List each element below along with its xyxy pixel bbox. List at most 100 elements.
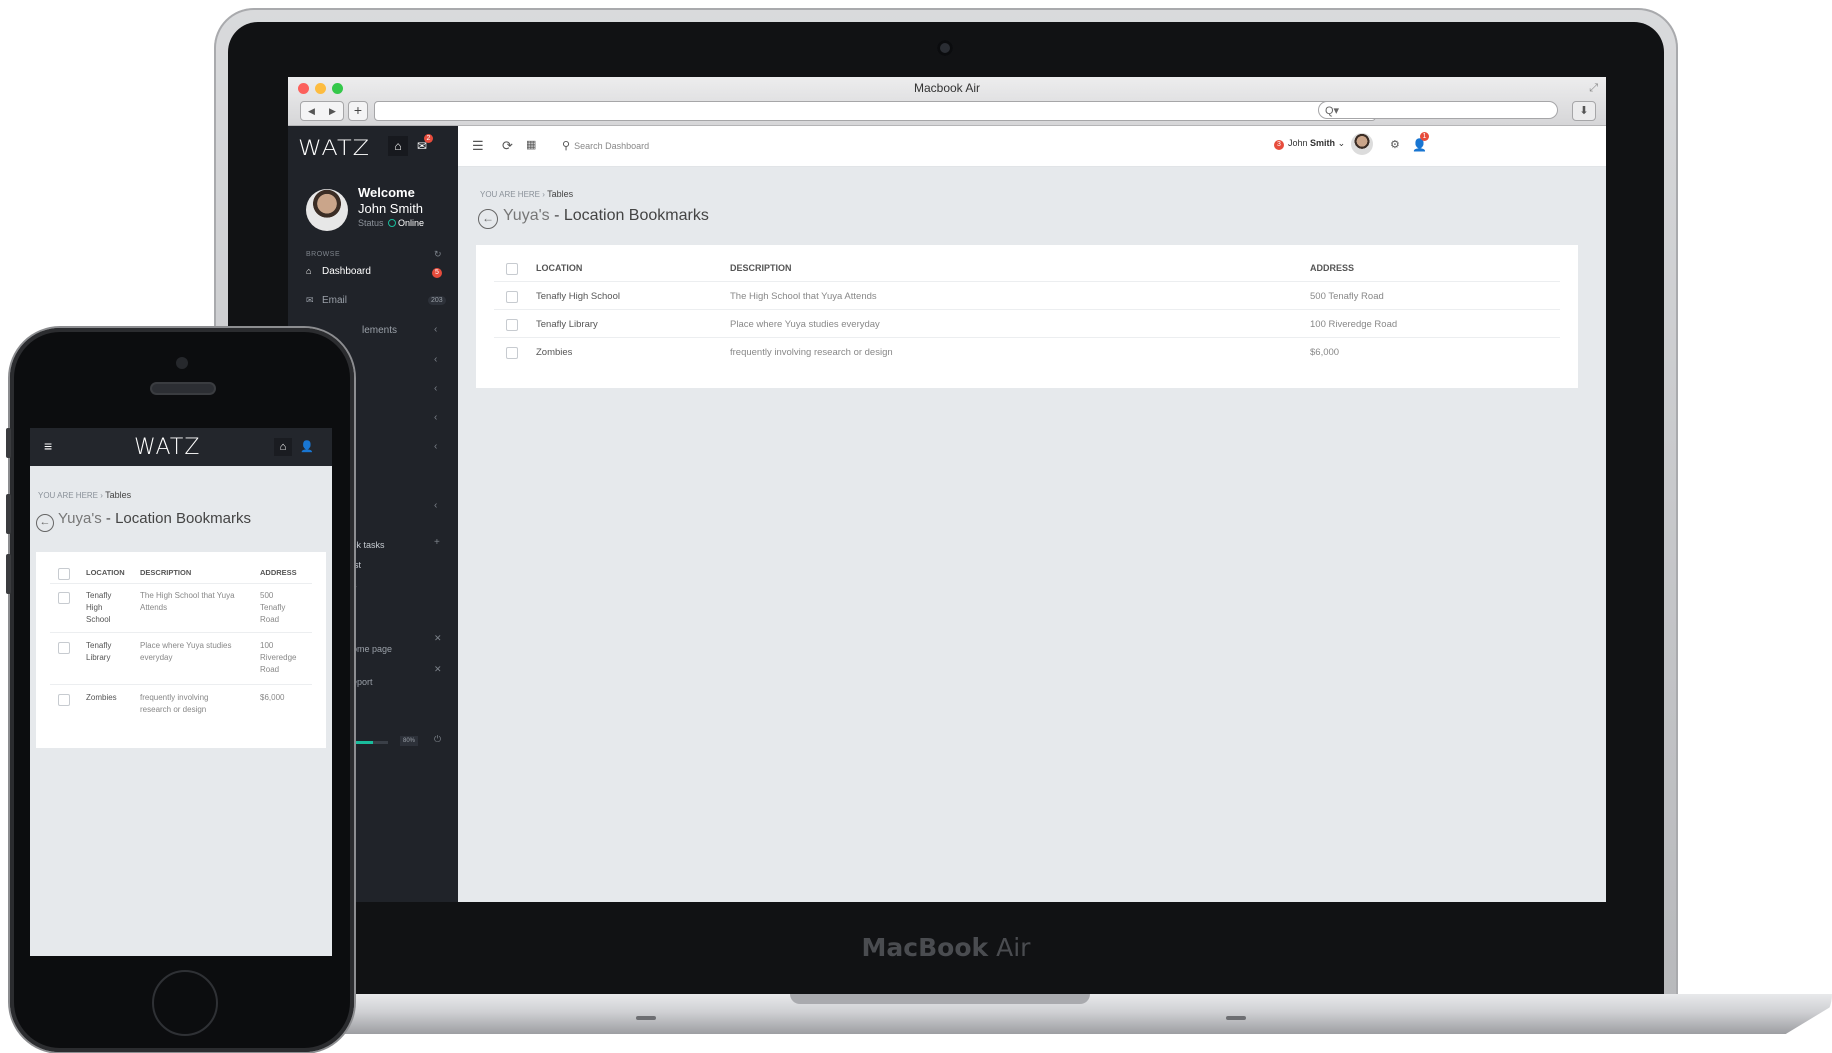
plus-icon[interactable]: + <box>434 537 440 548</box>
close-icon[interactable]: ✕ <box>434 664 442 675</box>
chevron-left-icon[interactable]: ‹ <box>434 500 437 511</box>
table-cell-description: frequently involving research or design <box>730 347 893 358</box>
table-cell-location[interactable]: Tenafly Library <box>536 319 598 330</box>
column-header-location[interactable]: LOCATION <box>86 568 125 577</box>
row-checkbox[interactable] <box>506 291 518 303</box>
table-panel: LOCATION DESCRIPTION ADDRESS Tenafly Hig… <box>476 245 1578 388</box>
chevron-left-icon[interactable]: ‹ <box>434 354 437 365</box>
phone-app-header: ≡ WATZ ⌂ 👤 <box>30 428 332 466</box>
breadcrumb-current[interactable]: Tables <box>105 490 131 500</box>
user-status: Status Online <box>358 218 425 228</box>
row-checkbox[interactable] <box>506 319 518 331</box>
app-logo[interactable]: WATZ <box>134 435 200 460</box>
phone-side-button <box>6 554 11 594</box>
home-icon[interactable]: ⌂ <box>388 136 408 156</box>
online-status-icon <box>388 219 397 227</box>
user-badge: 3 <box>1274 140 1284 150</box>
link-report[interactable]: eport <box>352 677 373 687</box>
breadcrumb: YOU ARE HERE › Tables <box>480 189 574 199</box>
browse-label: BROWSE <box>306 251 341 258</box>
column-header-description[interactable]: DESCRIPTION <box>140 568 191 577</box>
back-button[interactable]: ◀ <box>301 102 322 120</box>
task-item-quick-tasks[interactable]: ck tasks <box>352 540 385 550</box>
refresh-icon[interactable]: ↻ <box>434 249 442 260</box>
row-divider <box>494 281 1560 282</box>
row-divider <box>494 337 1560 338</box>
table-cell-address: 100 Riveredge Road <box>260 641 297 674</box>
apps-grid-icon[interactable]: ▦ <box>526 138 536 151</box>
sidebar-item-elements[interactable]: lements <box>362 325 397 336</box>
row-checkbox[interactable] <box>58 642 70 654</box>
notification-badge: 1 <box>1420 132 1429 141</box>
row-divider <box>50 684 312 685</box>
phone-home-button[interactable] <box>152 970 218 1036</box>
gear-icon[interactable]: ⚙ <box>1390 138 1400 151</box>
dashboard-badge: 5 <box>432 268 442 278</box>
back-circle-icon[interactable]: ← <box>478 209 498 229</box>
forward-button[interactable]: ▶ <box>322 102 343 120</box>
sidebar-user-name: John Smith <box>358 201 424 216</box>
user-list-icon[interactable]: 👤 <box>298 438 316 456</box>
table-cell-description: The High School that Yuya Attends <box>730 291 877 302</box>
phone-screen: ≡ WATZ ⌂ 👤 YOU ARE HERE › Tables ← Yuya's… <box>30 428 332 956</box>
home-icon[interactable]: ⌂ <box>274 438 292 456</box>
column-header-address[interactable]: ADDRESS <box>1310 263 1354 273</box>
table-cell-description: The High School that Yuya Attends <box>140 591 235 612</box>
row-checkbox[interactable] <box>58 694 70 706</box>
menu-icon[interactable]: ≡ <box>44 438 52 454</box>
refresh-icon[interactable]: ⟳ <box>502 138 513 154</box>
table-cell-location[interactable]: Zombies <box>86 692 117 704</box>
power-icon[interactable]: ⏻ <box>434 734 441 745</box>
user-menu[interactable]: John Smith ⌄ <box>1288 138 1345 149</box>
link-home-page[interactable]: ome page <box>352 644 392 654</box>
laptop-foot <box>1226 1016 1246 1020</box>
search-icon: ⚲ <box>562 140 571 152</box>
row-checkbox[interactable] <box>506 347 518 359</box>
back-circle-icon[interactable]: ← <box>36 514 54 532</box>
close-icon[interactable]: ✕ <box>434 633 442 644</box>
column-header-description[interactable]: DESCRIPTION <box>730 263 792 273</box>
chevron-left-icon[interactable]: ‹ <box>434 412 437 423</box>
chevron-left-icon[interactable]: ‹ <box>434 441 437 452</box>
table-cell-description: Place where Yuya studies everyday <box>730 319 880 330</box>
downloads-button[interactable]: ⬇ <box>1572 101 1596 121</box>
browser-titlebar: Macbook Air ⤢ ◀ ▶ + ↻ Q▾ ⬇ <box>288 77 1606 126</box>
select-all-checkbox[interactable] <box>58 568 70 580</box>
search-input[interactable]: ⚲ Search Dashboard <box>562 139 649 152</box>
phone-camera <box>176 357 188 369</box>
chevron-left-icon[interactable]: ‹ <box>434 324 437 335</box>
breadcrumb-current[interactable]: Tables <box>547 189 573 199</box>
menu-icon[interactable]: ☰ <box>472 138 484 154</box>
select-all-checkbox[interactable] <box>506 263 518 275</box>
email-count: 203 <box>428 296 446 305</box>
app-logo[interactable]: WATZ <box>298 135 370 160</box>
row-divider <box>50 583 312 584</box>
url-field[interactable]: ↻ <box>374 101 1376 121</box>
table-cell-description: Place where Yuya studies everyday <box>140 641 232 662</box>
phone-side-button <box>6 428 11 458</box>
browser-search-field[interactable]: Q▾ <box>1318 101 1558 119</box>
laptop-screen: Macbook Air ⤢ ◀ ▶ + ↻ Q▾ ⬇ WATZ ⌂ ✉ 2 We… <box>288 77 1606 902</box>
column-header-address[interactable]: ADDRESS <box>260 568 297 577</box>
table-cell-location[interactable]: Tenafly High School <box>86 590 111 626</box>
sidebar-item-dashboard[interactable]: ⌂ Dashboard <box>306 266 371 277</box>
table-cell-location[interactable]: Tenafly High School <box>536 291 620 302</box>
table-cell-address: 100 Riveredge Road <box>1310 319 1398 330</box>
app-main: YOU ARE HERE › Tables ← Yuya's - Location… <box>458 167 1606 902</box>
column-header-location[interactable]: LOCATION <box>536 263 582 273</box>
chevron-left-icon[interactable]: ‹ <box>434 383 437 394</box>
app-topbar: ☰ ⟳ ▦ ⚲ Search Dashboard 3 John Smith ⌄ ⚙… <box>458 126 1606 167</box>
table-cell-address: $6,000 <box>260 693 285 702</box>
table-cell-location[interactable]: Zombies <box>536 347 572 358</box>
new-tab-button[interactable]: + <box>348 101 368 121</box>
row-checkbox[interactable] <box>58 592 70 604</box>
table-cell-location[interactable]: Tenafly Library <box>86 640 111 664</box>
avatar[interactable] <box>1351 133 1373 155</box>
sidebar-item-email[interactable]: ✉ Email <box>306 295 347 306</box>
fullscreen-icon[interactable]: ⤢ <box>1589 82 1598 95</box>
table-panel: LOCATION DESCRIPTION ADDRESS Tenafly High… <box>36 552 326 748</box>
phone-speaker <box>152 384 214 393</box>
table-cell-address: 500 Tenafly Road <box>1310 291 1384 302</box>
row-divider <box>494 309 1560 310</box>
avatar[interactable] <box>306 189 348 231</box>
